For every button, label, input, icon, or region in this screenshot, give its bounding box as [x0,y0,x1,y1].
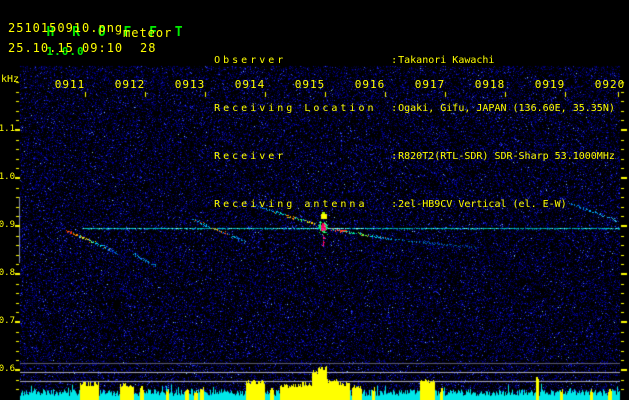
info-value: 2el-HB9CV Vertical (el. E-W) [398,199,567,210]
station-info: Observer:Takanori Kawachi Receiving Loca… [178,8,615,238]
date-time-label: 25.10.15 09:10 [8,41,124,55]
info-colon: : [391,55,398,66]
info-value: Takanori Kawachi [398,55,495,66]
info-label: Receiver [214,151,287,162]
x-tick-label-0915: 0915 [294,78,326,91]
x-tick-label-0914: 0914 [234,78,266,91]
info-row-location: Receiving Location:Ogaki, Gifu, JAPAN (1… [178,94,615,114]
x-tick-label-0919: 0919 [534,78,566,91]
x-tick-label-0911: 0911 [54,78,86,91]
x-tick-label-0916: 0916 [354,78,386,91]
info-value: R820T2(RTL-SDR) SDR-Sharp 53.1000MHz [398,151,615,162]
header-title-row: H R O F F T 1.0.0 [8,2,188,78]
x-tick-label-0918: 0918 [474,78,506,91]
mode-label: meteor [123,26,173,40]
info-colon: : [391,151,398,162]
info-label: Observer [214,55,287,66]
y-tick-label-0p9: 0.9 [0,220,15,230]
y-tick-label-0p6: 0.6 [0,364,15,374]
info-label: Receiving antenna [214,199,368,210]
info-colon: : [391,103,398,114]
x-tick-label-0917: 0917 [414,78,446,91]
y-tick-label-1p0: 1.0 [0,172,15,182]
info-row-observer: Observer:Takanori Kawachi [178,46,615,66]
y-tick-label-1p1: 1.1 [0,124,15,134]
info-row-antenna: Receiving antenna:2el-HB9CV Vertical (el… [178,190,615,210]
x-tick-label-0913: 0913 [174,78,206,91]
info-label: Receiving Location [214,103,377,114]
output-filename: 2510150910.png [8,21,124,35]
info-colon: : [391,199,398,210]
x-tick-label-0920: 0920 [594,78,626,91]
x-tick-label-0912: 0912 [114,78,146,91]
app-window: H R O F F T 1.0.0 2510150910.png meteor … [0,0,629,400]
info-row-receiver: Receiver:R820T2(RTL-SDR) SDR-Sharp 53.10… [178,142,615,162]
y-tick-label-0p7: 0.7 [0,316,15,326]
echo-count: 28 [140,41,157,55]
y-tick-label-0p8: 0.8 [0,268,15,278]
y-axis-unit: kHz [1,74,20,85]
info-value: Ogaki, Gifu, JAPAN (136.60E, 35.35N) [398,103,615,114]
